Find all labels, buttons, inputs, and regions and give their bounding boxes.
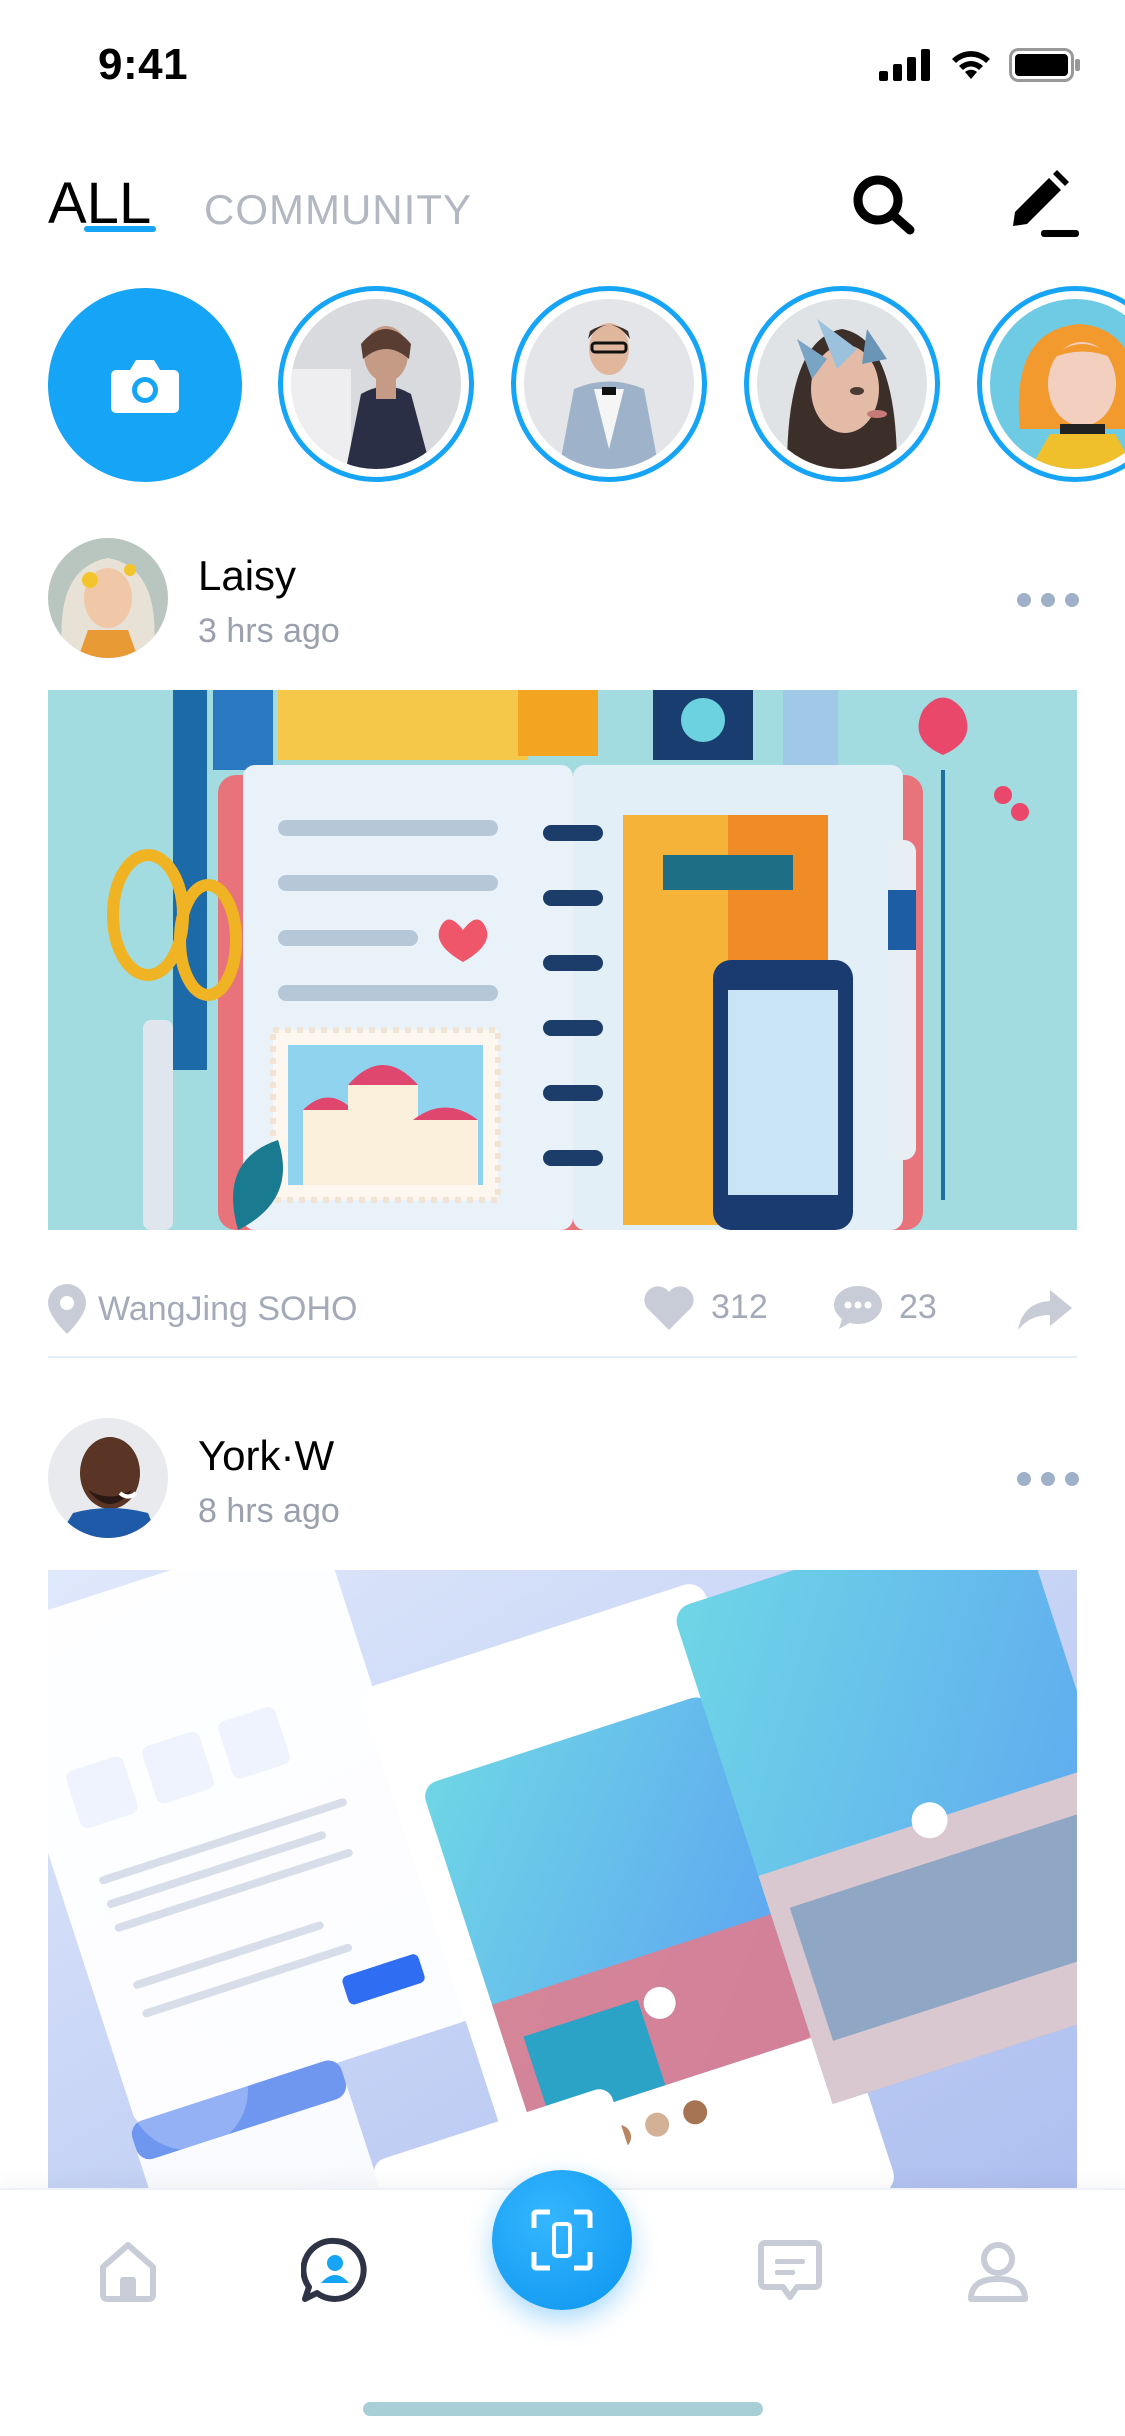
add-story-button[interactable]	[48, 288, 242, 482]
story-1[interactable]	[278, 286, 474, 482]
tab-community[interactable]: COMMUNITY	[204, 186, 472, 234]
signal-icon	[879, 49, 930, 81]
share-icon	[1018, 1290, 1072, 1330]
wifi-icon	[952, 51, 990, 79]
story-2[interactable]	[511, 286, 707, 482]
story-avatar	[524, 299, 694, 469]
post-time: 3 hrs ago	[198, 612, 340, 650]
post-location[interactable]: WangJing SOHO	[48, 1284, 358, 1334]
tab-all-underline	[84, 226, 156, 232]
tab-home[interactable]	[88, 2230, 168, 2310]
scan-button[interactable]	[492, 2170, 632, 2310]
comment-icon	[834, 1286, 882, 1329]
tab-profile[interactable]	[958, 2230, 1038, 2310]
divider	[48, 1356, 1077, 1358]
status-icons	[879, 48, 1081, 82]
story-avatar	[291, 299, 461, 469]
comment-button[interactable]: 23	[833, 1284, 937, 1330]
more-dot-icon	[1065, 1472, 1079, 1486]
post-image[interactable]	[48, 1570, 1077, 2190]
more-dot-icon	[1017, 1472, 1031, 1486]
story-avatar	[990, 299, 1125, 469]
post-author[interactable]: York·W	[198, 1432, 334, 1480]
bottom-tab-bar	[0, 2170, 1125, 2436]
profile-icon	[968, 2242, 1028, 2302]
post-image[interactable]	[48, 690, 1077, 1230]
avatar[interactable]	[48, 538, 168, 658]
search-icon	[853, 175, 915, 235]
more-options-button[interactable]	[1017, 590, 1079, 610]
location-pin-icon	[48, 1284, 86, 1334]
heart-icon	[644, 1286, 694, 1330]
camera-icon	[111, 360, 179, 413]
compose-button[interactable]	[1005, 170, 1083, 240]
tab-community[interactable]	[295, 2230, 375, 2310]
story-4[interactable]	[977, 286, 1125, 482]
scan-icon	[531, 2209, 593, 2271]
comment-count: 23	[899, 1287, 937, 1326]
story-avatar	[757, 299, 927, 469]
more-dot-icon	[1065, 593, 1079, 607]
avatar[interactable]	[48, 1418, 168, 1538]
post-actions: WangJing SOHO 312 23	[48, 1274, 1077, 1344]
more-dot-icon	[1017, 593, 1031, 607]
home-icon	[100, 2242, 156, 2302]
messages-icon	[758, 2240, 822, 2300]
status-time: 9:41	[98, 40, 189, 89]
search-button[interactable]	[848, 170, 918, 240]
more-options-button[interactable]	[1017, 1469, 1079, 1489]
edit-icon	[1013, 170, 1079, 237]
post-time: 8 hrs ago	[198, 1492, 340, 1530]
stories-row	[48, 286, 1125, 482]
like-button[interactable]: 312	[643, 1284, 768, 1330]
story-3[interactable]	[744, 286, 940, 482]
battery-icon	[1009, 48, 1080, 82]
like-count: 312	[711, 1287, 768, 1326]
more-dot-icon	[1041, 593, 1055, 607]
more-dot-icon	[1041, 1472, 1055, 1486]
share-button[interactable]	[1018, 1290, 1072, 1335]
tab-messages[interactable]	[750, 2230, 830, 2310]
post-author[interactable]: Laisy	[198, 552, 296, 600]
status-bar: 9:41	[0, 0, 1125, 132]
location-label: WangJing SOHO	[98, 1289, 358, 1328]
home-indicator	[363, 2402, 763, 2416]
community-icon	[301, 2237, 367, 2302]
